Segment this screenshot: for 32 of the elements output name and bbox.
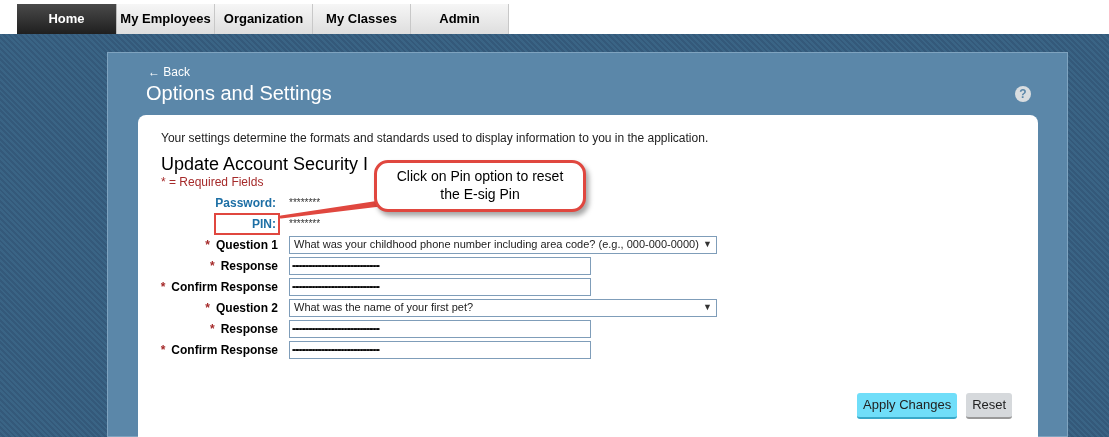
masked-value: ******** — [289, 197, 321, 208]
question-dropdown[interactable]: What was the name of your first pet? ▼ — [289, 298, 717, 317]
apply-button[interactable]: Apply Changes — [857, 393, 958, 419]
intro-text: Your settings determine the formats and standards used to display information to you in the application. — [161, 131, 709, 145]
nav-tab[interactable]: My Employees — [117, 4, 215, 34]
field-label: Confirm Response — [171, 341, 278, 359]
dropdown-arrow-icon: ▼ — [703, 237, 712, 252]
required-mark: * — [205, 236, 210, 254]
section-title: Update Account Security I — [161, 153, 369, 175]
dropdown-arrow-icon: ▼ — [703, 300, 712, 315]
field-link[interactable]: PIN: — [214, 212, 280, 235]
required-mark: * — [209, 257, 215, 275]
nav-tab[interactable]: My Classes — [313, 4, 411, 34]
field-label: Confirm Response — [171, 278, 278, 296]
field-label: Response — [220, 320, 278, 338]
back-link[interactable]: ← Back — [148, 65, 332, 79]
field-link[interactable]: Password: — [213, 193, 278, 212]
required-mark: * — [160, 278, 166, 296]
field-label: Question 2 — [216, 299, 278, 317]
nav-tab[interactable]: Home — [17, 4, 117, 34]
page-title: Options and Settings — [146, 81, 332, 105]
reset-button[interactable]: Reset — [966, 393, 1013, 419]
required-note: * = Required Fields — [161, 175, 264, 189]
required-mark: * — [205, 299, 210, 317]
field-label: Question 1 — [216, 236, 278, 254]
nav-tab[interactable]: Organization — [215, 4, 313, 34]
question-dropdown[interactable]: What was your childhood phone number including area code? (e.g., 000-000-0000) ▼ — [289, 235, 717, 254]
field-label: Response — [220, 257, 278, 275]
nav-tab[interactable]: Admin — [411, 4, 509, 34]
masked-value: ******** — [289, 218, 321, 229]
required-mark: * — [209, 320, 215, 338]
required-mark: * — [160, 341, 166, 359]
